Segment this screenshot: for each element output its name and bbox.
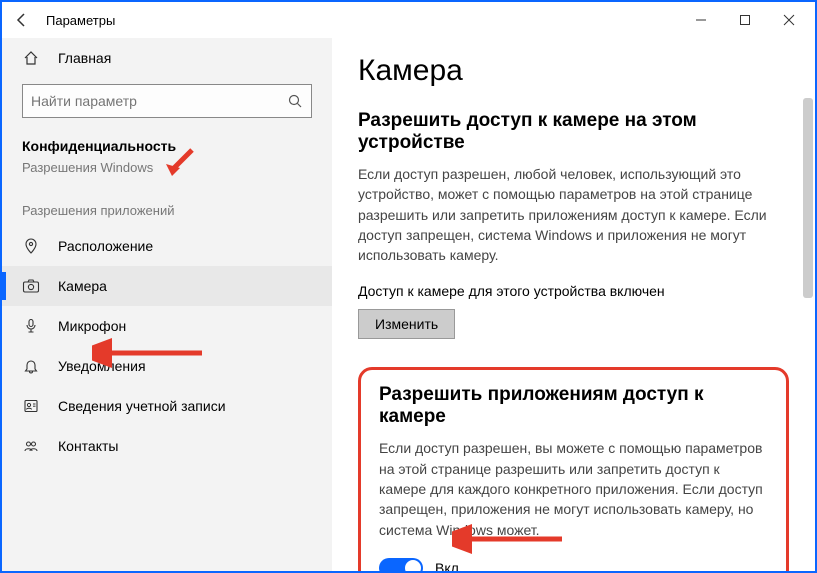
sidebar-item-label: Микрофон — [58, 318, 126, 334]
sidebar-item-contacts[interactable]: Контакты — [2, 426, 332, 466]
window-title: Параметры — [38, 13, 115, 28]
sidebar-item-location[interactable]: Расположение — [2, 226, 332, 266]
sidebar-item-camera[interactable]: Камера — [2, 266, 332, 306]
account-icon — [22, 398, 40, 414]
content-pane: Камера Разрешить доступ к камере на этом… — [332, 38, 815, 571]
sidebar-item-account-info[interactable]: Сведения учетной записи — [2, 386, 332, 426]
minimize-button[interactable] — [679, 4, 723, 36]
highlight-box: Разрешить приложениям доступ к камере Ес… — [358, 367, 789, 571]
sidebar-item-label: Сведения учетной записи — [58, 398, 226, 414]
location-icon — [22, 238, 40, 254]
sidebar: Главная Конфиденциальность Разрешения Wi… — [2, 38, 332, 571]
section1-heading: Разрешить доступ к камере на этом устрой… — [358, 110, 789, 154]
back-button[interactable] — [6, 4, 38, 36]
section2-heading: Разрешить приложениям доступ к камере — [379, 384, 768, 428]
section1-desc: Если доступ разрешен, любой человек, исп… — [358, 164, 789, 265]
sidebar-category: Конфиденциальность — [2, 128, 332, 160]
sidebar-group-label: Разрешения приложений — [2, 183, 332, 226]
bell-icon — [22, 358, 40, 374]
sidebar-item-label: Уведомления — [58, 358, 146, 374]
nav-home[interactable]: Главная — [2, 38, 332, 78]
scrollbar[interactable] — [803, 98, 813, 298]
search-input-wrap[interactable] — [22, 84, 312, 118]
sidebar-item-microphone[interactable]: Микрофон — [2, 306, 332, 346]
maximize-button[interactable] — [723, 4, 767, 36]
sidebar-item-label: Контакты — [58, 438, 118, 454]
contacts-icon — [22, 438, 40, 454]
close-button[interactable] — [767, 4, 811, 36]
camera-icon — [22, 278, 40, 294]
microphone-icon — [22, 318, 40, 334]
apps-access-toggle[interactable] — [379, 558, 423, 571]
sidebar-category-caption: Разрешения Windows — [2, 160, 332, 183]
search-icon — [287, 93, 303, 109]
section1-status: Доступ к камере для этого устройства вкл… — [358, 283, 789, 299]
change-button[interactable]: Изменить — [358, 309, 455, 339]
toggle-label: Вкл. — [435, 560, 463, 571]
page-title: Камера — [358, 54, 789, 88]
sidebar-item-label: Расположение — [58, 238, 153, 254]
section2-desc: Если доступ разрешен, вы можете с помощь… — [379, 438, 768, 539]
sidebar-item-notifications[interactable]: Уведомления — [2, 346, 332, 386]
home-icon — [22, 50, 40, 66]
search-input[interactable] — [31, 93, 287, 109]
titlebar: Параметры — [2, 2, 815, 38]
nav-home-label: Главная — [58, 50, 111, 66]
sidebar-item-label: Камера — [58, 278, 107, 294]
